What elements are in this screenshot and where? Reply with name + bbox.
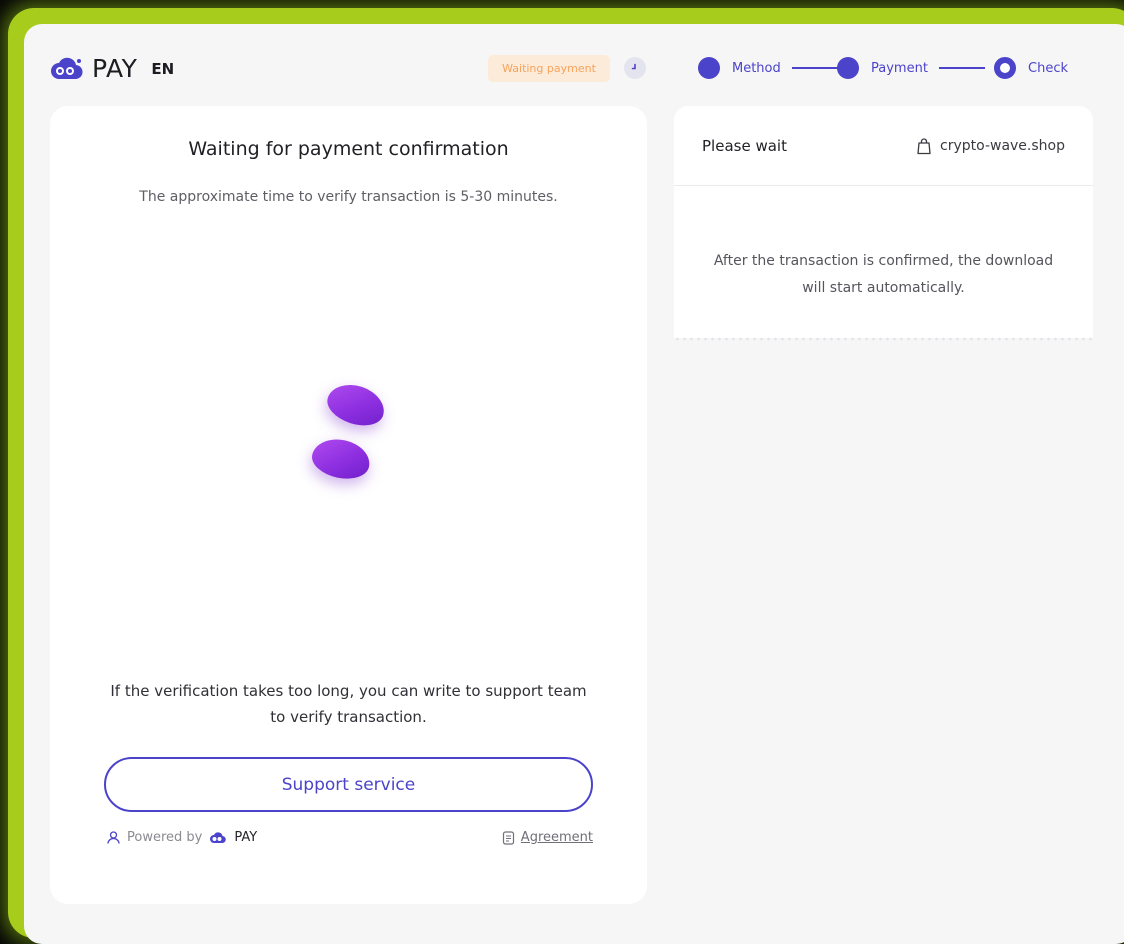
step-connector [939, 67, 985, 69]
step-connector [792, 67, 840, 69]
progress-steps: Method Payment Check [698, 57, 1078, 81]
agreement-link[interactable]: Agreement [502, 830, 593, 845]
powered-by-label: Powered by [127, 830, 203, 845]
order-info-title: Please wait [702, 136, 787, 155]
support-service-button[interactable]: Support service [104, 757, 593, 812]
cloud-logo-icon [51, 57, 83, 79]
step-dot-method [698, 57, 720, 79]
step-dot-check [994, 57, 1016, 79]
clock-hands-icon [631, 63, 636, 70]
brand: PAY EN [50, 54, 174, 83]
step-dot-payment [837, 57, 859, 79]
language-switch[interactable]: EN [151, 60, 174, 78]
agreement-link-label[interactable]: Agreement [521, 830, 593, 845]
step-label-check: Check [1028, 61, 1068, 76]
support-hint-line: If the verification takes too long, you … [110, 682, 587, 700]
shop-domain: crypto-wave.shop [940, 137, 1065, 154]
status-badge: Waiting payment [488, 55, 610, 82]
step-label-method: Method [732, 61, 781, 76]
document-icon [502, 830, 514, 845]
bag-icon [917, 137, 931, 154]
step-label-payment: Payment [871, 61, 928, 76]
user-shield-icon [107, 831, 120, 844]
support-hint-line: to verify transaction. [270, 708, 427, 726]
powered-by-brand: PAY [234, 830, 258, 845]
download-notice-line: will start automatically. [802, 280, 965, 296]
page-title: Waiting for payment confirmation [188, 138, 509, 160]
receipt-edge [674, 337, 1093, 341]
download-notice-line: After the transaction is confirmed, the … [713, 253, 1054, 269]
order-info-header: Please wait crypto-wave.shop [674, 106, 1093, 186]
clock-icon[interactable] [624, 57, 646, 79]
payment-status-card: Waiting for payment confirmation The app… [50, 106, 647, 904]
shop-name: crypto-wave.shop [916, 137, 1065, 155]
verification-time-text: The approximate time to verify transacti… [139, 189, 558, 205]
cloud-logo-icon [210, 831, 227, 843]
powered-by: Powered by PAY [106, 830, 257, 845]
loader-blob-top [322, 377, 390, 433]
support-hint: If the verification takes too long, you … [90, 678, 607, 730]
brand-name: PAY [92, 54, 138, 83]
download-notice: After the transaction is confirmed, the … [674, 186, 1093, 302]
order-info-card: Please wait crypto-wave.shop After the t… [674, 106, 1093, 341]
loader-blob-bottom [308, 434, 374, 484]
